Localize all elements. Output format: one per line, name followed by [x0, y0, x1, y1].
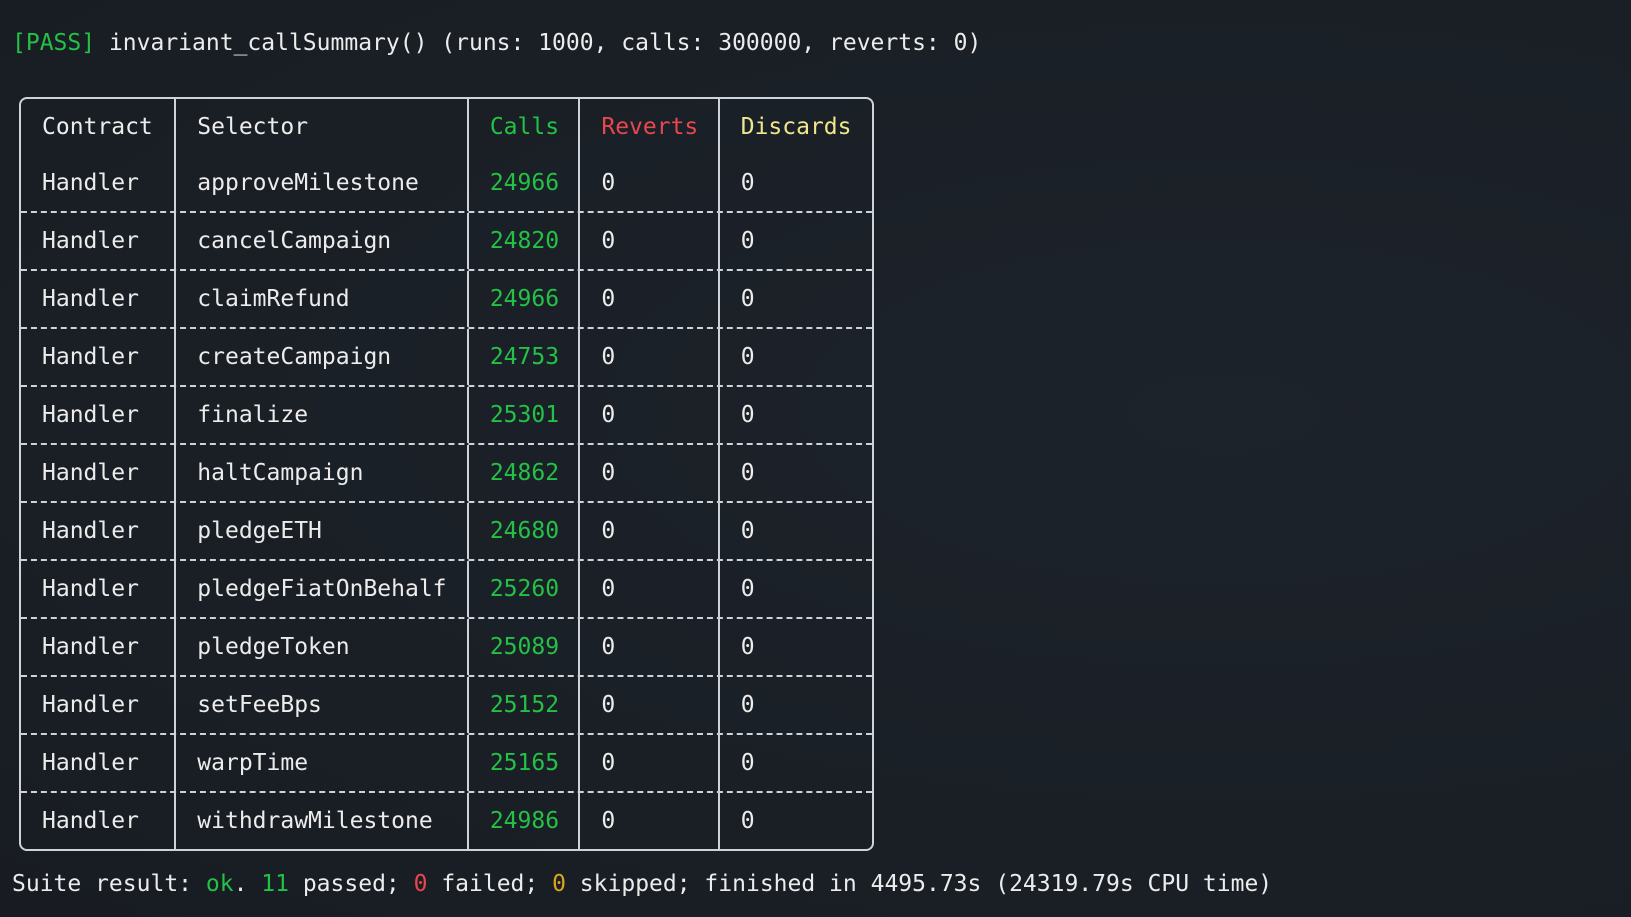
suite-prefix: Suite result: [12, 871, 206, 897]
table-row: Handler warpTime 25165 0 0 [21, 733, 872, 791]
contract-cell: Handler [42, 750, 139, 776]
table-header-row: Contract Selector Calls Reverts Discards [21, 99, 872, 155]
discards-cell: 0 [717, 735, 872, 791]
call-summary-table: Contract Selector Calls Reverts Discards… [19, 97, 874, 851]
discards-cell: 0 [717, 503, 872, 559]
skipped-count: 0 [552, 871, 566, 897]
reverts-cell: 0 [578, 561, 717, 617]
contract-cell: Handler [42, 808, 139, 834]
table-row: Handler setFeeBps 25152 0 0 [21, 675, 872, 733]
discards-cell: 0 [717, 677, 872, 733]
calls-cell: 25301 [466, 387, 579, 443]
discards-cell: 0 [717, 387, 872, 443]
contract-cell: Handler [42, 286, 139, 312]
table-row: Handler pledgeETH 24680 0 0 [21, 501, 872, 559]
table-row: Handler cancelCampaign 24820 0 0 [21, 211, 872, 269]
failed-count: 0 [413, 871, 428, 897]
discards-cell: 0 [717, 155, 872, 211]
discards-cell: 0 [717, 793, 872, 849]
table-row: Handler pledgeToken 25089 0 0 [21, 617, 872, 675]
test-name-text: invariant_callSummary() (runs: 1000, cal… [95, 30, 982, 56]
discards-cell: 0 [717, 271, 872, 327]
calls-cell: 25152 [466, 677, 579, 733]
contract-cell: Handler [42, 518, 139, 544]
contract-cell: Handler [42, 344, 139, 370]
selector-cell: pledgeETH [174, 503, 467, 559]
calls-cell: 25089 [466, 619, 579, 675]
selector-cell: pledgeFiatOnBehalf [174, 561, 467, 617]
discards-cell: 0 [717, 445, 872, 501]
selector-cell: approveMilestone [174, 155, 467, 211]
selector-cell: claimRefund [174, 271, 467, 327]
table-row: Handler withdrawMilestone 24986 0 0 [21, 791, 872, 849]
reverts-cell: 0 [578, 271, 717, 327]
contract-cell: Handler [42, 402, 139, 428]
reverts-cell: 0 [578, 329, 717, 385]
discards-cell: 0 [717, 213, 872, 269]
header-calls: Calls [466, 99, 579, 155]
reverts-cell: 0 [578, 213, 717, 269]
calls-cell: 24680 [466, 503, 579, 559]
failed-label: failed; [427, 871, 553, 897]
selector-cell: setFeeBps [174, 677, 467, 733]
calls-cell: 24753 [466, 329, 579, 385]
calls-cell: 24966 [466, 155, 579, 211]
discards-cell: 0 [717, 619, 872, 675]
reverts-cell: 0 [578, 503, 717, 559]
suite-rest: skipped; finished in 4495.73s (24319.79s… [565, 871, 1273, 897]
selector-cell: haltCampaign [174, 445, 467, 501]
reverts-cell: 0 [578, 445, 717, 501]
header-contract: Contract [42, 114, 153, 140]
suite-status: ok [205, 871, 234, 897]
reverts-cell: 0 [578, 677, 717, 733]
table-body: Handler approveMilestone 24966 0 0 Handler can… [21, 155, 872, 849]
table-row: Handler createCampaign 24753 0 0 [21, 327, 872, 385]
reverts-cell: 0 [578, 735, 717, 791]
selector-cell: createCampaign [174, 329, 467, 385]
suite-dot: . [233, 871, 262, 897]
header-reverts: Reverts [578, 99, 717, 155]
test-result-line: [PASS] invariant_callSummary() (runs: 10… [12, 29, 981, 57]
terminal-window: [PASS] invariant_callSummary() (runs: 10… [0, 0, 1631, 917]
table-row: Handler approveMilestone 24966 0 0 [21, 155, 872, 211]
pass-tag: [PASS] [12, 30, 96, 56]
selector-cell: withdrawMilestone [174, 793, 467, 849]
selector-cell: finalize [174, 387, 467, 443]
reverts-cell: 0 [578, 793, 717, 849]
table-row: Handler haltCampaign 24862 0 0 [21, 443, 872, 501]
contract-cell: Handler [42, 634, 139, 660]
calls-cell: 24820 [466, 213, 579, 269]
suite-result-line: Suite result: ok. 11 passed; 0 failed; 0… [12, 870, 1272, 898]
contract-cell: Handler [42, 576, 139, 602]
header-selector: Selector [174, 99, 467, 155]
passed-label: passed; [288, 871, 414, 897]
calls-cell: 24862 [466, 445, 579, 501]
reverts-cell: 0 [578, 619, 717, 675]
selector-cell: warpTime [174, 735, 467, 791]
contract-cell: Handler [42, 170, 139, 196]
table-row: Handler finalize 25301 0 0 [21, 385, 872, 443]
reverts-cell: 0 [578, 155, 717, 211]
discards-cell: 0 [717, 561, 872, 617]
contract-cell: Handler [42, 228, 139, 254]
calls-cell: 24966 [466, 271, 579, 327]
contract-cell: Handler [42, 692, 139, 718]
calls-cell: 25165 [466, 735, 579, 791]
selector-cell: cancelCampaign [174, 213, 467, 269]
passed-count: 11 [261, 871, 289, 897]
table-row: Handler pledgeFiatOnBehalf 25260 0 0 [21, 559, 872, 617]
header-discards: Discards [717, 99, 872, 155]
contract-cell: Handler [42, 460, 139, 486]
calls-cell: 24986 [466, 793, 579, 849]
selector-cell: pledgeToken [174, 619, 467, 675]
calls-cell: 25260 [466, 561, 579, 617]
reverts-cell: 0 [578, 387, 717, 443]
discards-cell: 0 [717, 329, 872, 385]
table-row: Handler claimRefund 24966 0 0 [21, 269, 872, 327]
